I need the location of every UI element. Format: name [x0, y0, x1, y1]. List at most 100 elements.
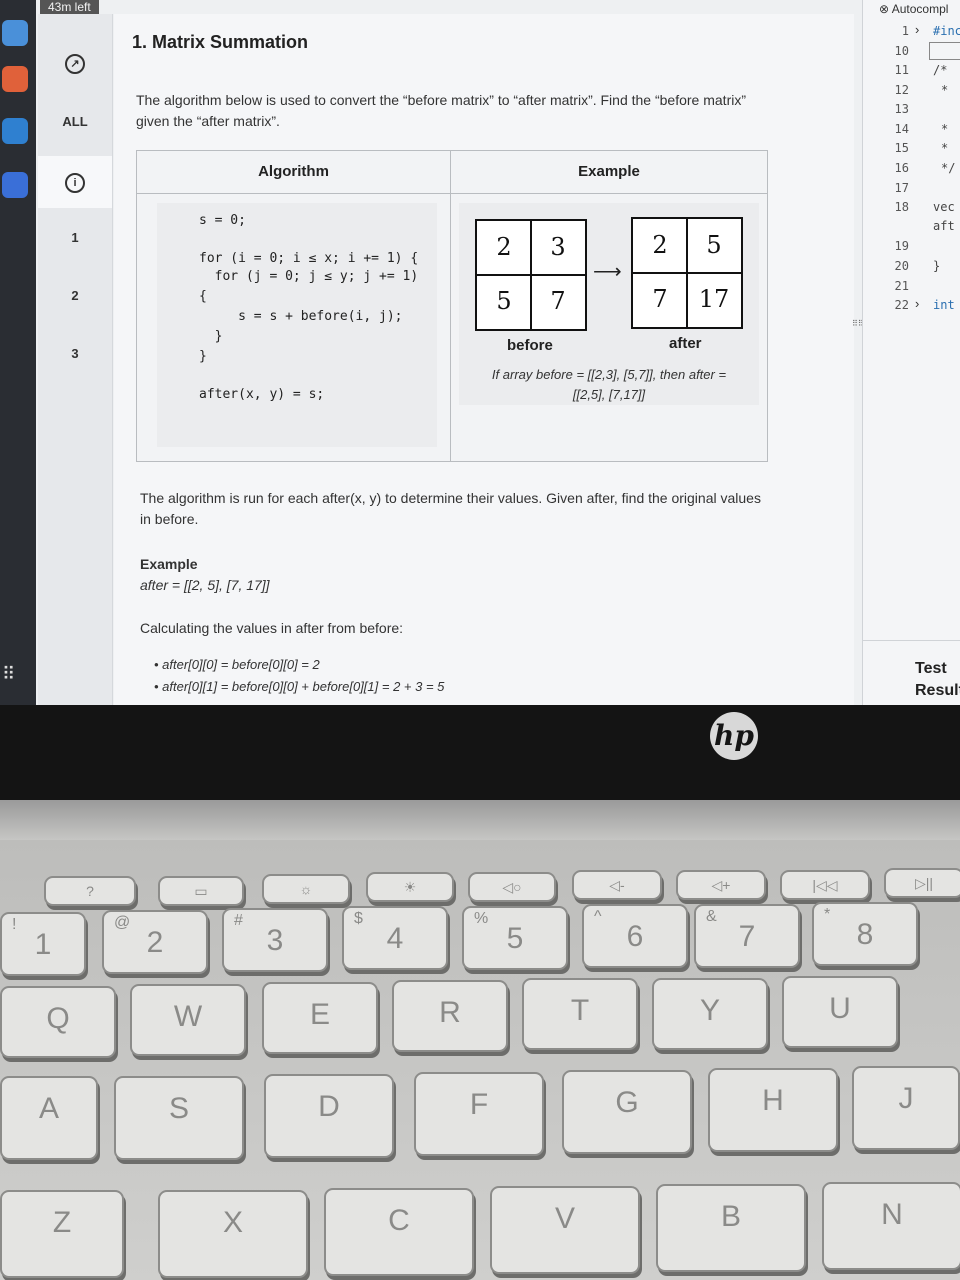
- key-glyph: |◁◁: [812, 877, 838, 893]
- key-x[interactable]: X: [158, 1190, 308, 1278]
- bullet-text: after[0][1] = before[0][0] + before[0][1…: [162, 679, 445, 694]
- key-f5[interactable]: ◁○: [468, 872, 556, 902]
- line-number: 16: [894, 161, 909, 175]
- key-shift-glyph: &: [706, 908, 717, 925]
- key-f8[interactable]: |◁◁: [780, 870, 870, 900]
- fold-chevron-icon[interactable]: ›: [915, 296, 919, 311]
- nav-question-1[interactable]: 1: [38, 230, 112, 245]
- key-f7[interactable]: ◁+: [676, 870, 766, 900]
- key-y[interactable]: Y: [652, 978, 768, 1050]
- laptop-screen: ⠿ 43m left ↗ ALL i 1 2 3 1. Matrix Summa…: [0, 0, 960, 705]
- key-z[interactable]: Z: [0, 1190, 124, 1278]
- launchpad-icon[interactable]: ⠿: [2, 664, 28, 690]
- line-number: 10: [894, 44, 909, 58]
- key-f6[interactable]: ◁-: [572, 870, 662, 900]
- finder-icon[interactable]: [2, 172, 28, 198]
- key-f1[interactable]: ?: [44, 876, 136, 906]
- test-results-tab[interactable]: Test Results: [915, 658, 960, 702]
- example-heading: Example: [140, 556, 198, 572]
- notes-app-icon[interactable]: [2, 20, 28, 46]
- code-line: {: [199, 289, 207, 304]
- after-matrix: 2 5 7 17: [631, 217, 743, 329]
- nav-question-3[interactable]: 3: [38, 346, 112, 361]
- key-glyph: E: [309, 998, 330, 1031]
- key-w[interactable]: W: [130, 984, 246, 1056]
- key-t[interactable]: T: [522, 978, 638, 1050]
- key-j[interactable]: J: [852, 1066, 960, 1150]
- splitter-handle[interactable]: ⠿⠿⠿⠿: [852, 320, 875, 358]
- key-2[interactable]: @2: [102, 910, 208, 974]
- nav-info-icon[interactable]: i: [38, 156, 112, 208]
- autocomplete-toggle[interactable]: ⊗ Autocompl: [879, 2, 948, 16]
- key-glyph: H: [762, 1084, 784, 1117]
- key-glyph: D: [318, 1090, 340, 1123]
- key-6[interactable]: ^ 6: [582, 904, 688, 968]
- key-f[interactable]: F: [414, 1072, 544, 1156]
- question-intro-1: The algorithm below is used to convert t…: [136, 92, 747, 108]
- key-glyph: T: [570, 994, 590, 1027]
- key-f9[interactable]: ▷||: [884, 868, 960, 898]
- line-number: 12: [894, 83, 909, 97]
- key-7[interactable]: & 7: [694, 904, 800, 968]
- code-fragment: }: [933, 259, 941, 273]
- brand-logo: hp: [710, 712, 758, 760]
- vscode-icon[interactable]: [2, 118, 28, 144]
- matrix-cell: 3: [550, 233, 566, 261]
- key-glyph: Q: [46, 1002, 70, 1035]
- key-glyph: S: [168, 1092, 189, 1125]
- key-glyph: ◁○: [502, 879, 522, 895]
- key-r[interactable]: R: [392, 980, 508, 1052]
- algorithm-table: Algorithm Example s = 0; for (i = 0; i ≤…: [136, 150, 768, 462]
- close-circle-icon: ⊗: [879, 2, 890, 16]
- matrix-cell: 5: [496, 287, 512, 315]
- key-1[interactable]: ! 1: [0, 912, 86, 976]
- key-f2[interactable]: ▭: [158, 876, 244, 906]
- key-glyph: F: [469, 1088, 489, 1121]
- calc-intro: Calculating the values in after from bef…: [140, 620, 404, 636]
- key-glyph: C: [388, 1204, 410, 1237]
- arrow-right-icon: ⟶: [593, 261, 622, 283]
- nav-all[interactable]: ALL: [38, 114, 112, 129]
- code-line: }: [199, 329, 223, 344]
- key-e[interactable]: E: [262, 982, 378, 1054]
- app-dock: ⠿: [0, 0, 36, 705]
- example-caption-1: If array before = [[2,3], [5,7]], then a…: [491, 367, 727, 382]
- key-n[interactable]: N: [822, 1182, 960, 1270]
- editor-cursor-box: [929, 42, 960, 60]
- nav-question-2[interactable]: 2: [38, 288, 112, 303]
- code-editor-panel: ⊗ Autocompl 1 10 11 12 13 14 15 16 17 18…: [862, 0, 960, 705]
- key-5[interactable]: % 5: [462, 906, 568, 970]
- key-shift-glyph: *: [824, 906, 831, 923]
- key-q[interactable]: Q: [0, 986, 116, 1058]
- key-u[interactable]: U: [782, 976, 898, 1048]
- key-g[interactable]: G: [562, 1070, 692, 1154]
- key-glyph: R: [439, 996, 461, 1029]
- nav-edit-icon[interactable]: ↗: [38, 54, 112, 74]
- question-panel: 1. Matrix Summation The algorithm below …: [114, 14, 854, 705]
- example-after: after = [[2, 5], [7, 17]]: [140, 577, 270, 593]
- app-store-icon[interactable]: [2, 66, 28, 92]
- line-number: 15: [894, 141, 909, 155]
- bullet-item: • after[0][1] = before[0][0] + before[0]…: [154, 679, 445, 694]
- key-4[interactable]: $4: [342, 906, 448, 970]
- key-shift-glyph: ^: [594, 908, 602, 925]
- key-d[interactable]: D: [264, 1074, 394, 1158]
- line-number: 19: [894, 239, 909, 253]
- key-f3[interactable]: ☼: [262, 874, 350, 904]
- code-line: for (j = 0; j ≤ y; j += 1): [199, 269, 419, 284]
- key-c[interactable]: C: [324, 1188, 474, 1276]
- key-glyph: ◁+: [711, 877, 731, 893]
- key-s[interactable]: S: [114, 1076, 244, 1160]
- key-b[interactable]: B: [656, 1184, 806, 1272]
- matrix-cell: 2: [496, 233, 512, 261]
- key-a[interactable]: A: [0, 1076, 98, 1160]
- key-h[interactable]: H: [708, 1068, 838, 1152]
- key-3[interactable]: #3: [222, 908, 328, 972]
- fold-chevron-icon[interactable]: ›: [915, 22, 919, 37]
- laptop-hinge: [0, 800, 960, 840]
- key-glyph: N: [881, 1198, 903, 1231]
- key-8[interactable]: * 8: [812, 902, 918, 966]
- key-f4[interactable]: ☀: [366, 872, 454, 902]
- key-glyph: ▷||: [914, 875, 934, 891]
- key-v[interactable]: V: [490, 1186, 640, 1274]
